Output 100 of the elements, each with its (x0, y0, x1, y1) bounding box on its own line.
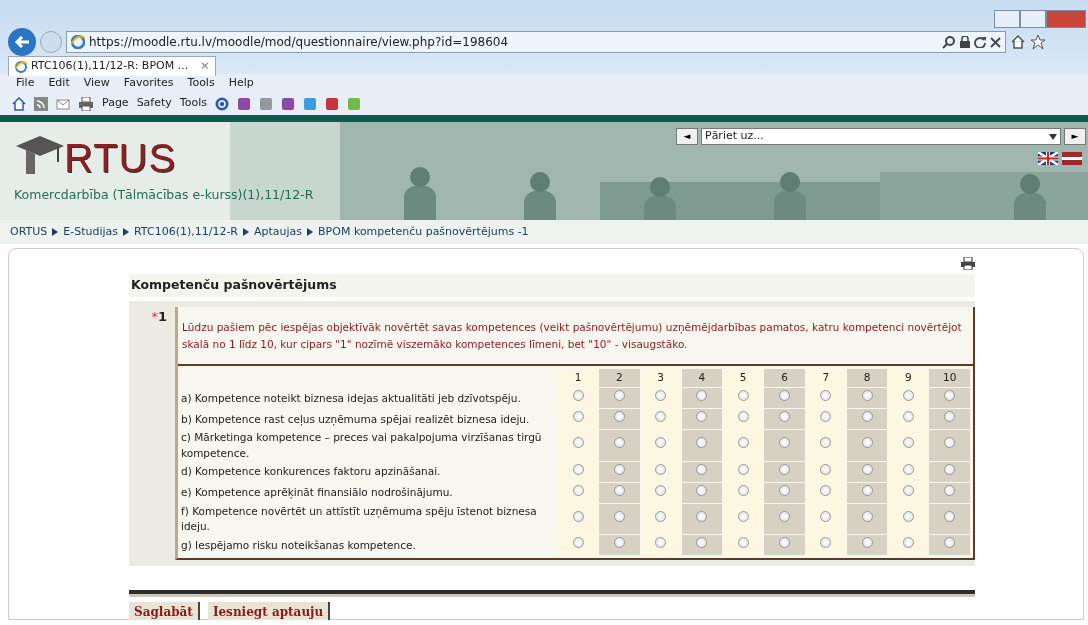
refresh-icon[interactable] (974, 36, 986, 48)
radio-button[interactable] (779, 437, 790, 449)
menu-item[interactable]: Tools (187, 74, 215, 92)
radio-button[interactable] (944, 510, 956, 522)
radio-button[interactable] (820, 411, 832, 423)
minimize-button[interactable] (994, 10, 1020, 28)
menu-item[interactable]: File (16, 74, 35, 92)
radio-button[interactable] (696, 510, 708, 522)
help-icon[interactable] (214, 96, 229, 111)
radio-button[interactable] (779, 510, 790, 522)
maximize-button[interactable] (1020, 10, 1046, 28)
radio-button[interactable] (861, 390, 873, 402)
toolbar-addon-icon[interactable] (346, 96, 361, 111)
radio-button[interactable] (902, 390, 914, 402)
radio-button[interactable] (820, 390, 832, 402)
command-menu[interactable]: Tools (179, 95, 207, 112)
radio-button[interactable] (655, 437, 667, 449)
home-icon[interactable] (1010, 34, 1026, 50)
radio-button[interactable] (820, 437, 832, 449)
radio-button[interactable] (944, 463, 956, 475)
radio-button[interactable] (737, 411, 749, 423)
previous-button[interactable]: ◄ (676, 128, 698, 145)
radio-button[interactable] (572, 536, 584, 548)
radio-button[interactable] (655, 463, 667, 475)
radio-button[interactable] (902, 510, 914, 522)
radio-button[interactable] (779, 463, 790, 475)
radio-button[interactable] (820, 510, 832, 522)
menu-item[interactable]: Help (228, 74, 254, 92)
toolbar-addon-icon[interactable] (258, 96, 273, 111)
home-icon[interactable] (12, 96, 26, 111)
radio-button[interactable] (902, 484, 914, 496)
radio-button[interactable] (820, 463, 832, 475)
radio-button[interactable] (613, 390, 625, 402)
radio-button[interactable] (944, 437, 956, 449)
radio-button[interactable] (572, 510, 584, 522)
radio-button[interactable] (861, 484, 873, 496)
next-button[interactable]: ► (1064, 128, 1086, 145)
radio-button[interactable] (613, 484, 625, 496)
radio-button[interactable] (779, 484, 790, 496)
breadcrumb-link[interactable]: E-Studijas (63, 223, 119, 241)
radio-button[interactable] (655, 536, 667, 548)
radio-button[interactable] (944, 390, 956, 402)
flag-icon[interactable] (1062, 152, 1082, 165)
radio-button[interactable] (613, 411, 625, 423)
radio-button[interactable] (655, 510, 667, 522)
radio-button[interactable] (572, 390, 584, 402)
breadcrumb-link[interactable]: Aptaujas (254, 223, 303, 241)
toolbar-addon-icon[interactable] (324, 96, 339, 111)
printer-icon[interactable] (961, 257, 975, 270)
radio-button[interactable] (572, 437, 584, 449)
radio-button[interactable] (613, 510, 625, 522)
breadcrumb-link[interactable]: RTC106(1),11/12-R (134, 223, 238, 241)
radio-button[interactable] (902, 411, 914, 423)
radio-button[interactable] (613, 437, 625, 449)
radio-button[interactable] (861, 411, 873, 423)
radio-button[interactable] (572, 484, 584, 496)
radio-button[interactable] (820, 484, 832, 496)
command-menu[interactable]: Safety (136, 95, 172, 112)
back-button[interactable] (8, 28, 36, 56)
star-icon[interactable] (1030, 34, 1046, 50)
command-menu[interactable]: Page (102, 95, 129, 112)
toolbar-addon-icon[interactable] (280, 96, 295, 111)
radio-button[interactable] (861, 536, 873, 548)
radio-button[interactable] (779, 536, 790, 548)
radio-button[interactable] (902, 536, 914, 548)
feed-icon[interactable] (34, 96, 48, 111)
save-button[interactable]: Saglabāt (129, 602, 200, 621)
mail-icon[interactable] (56, 97, 70, 110)
radio-button[interactable] (655, 484, 667, 496)
radio-button[interactable] (737, 437, 749, 449)
menu-item[interactable]: Edit (48, 74, 70, 92)
breadcrumb-link[interactable]: ORTUS (10, 223, 48, 241)
address-bar[interactable]: https://moodle.rtu.lv/moodle/mod/questionnaire/view.php?id=198604 (66, 31, 1006, 53)
forward-button[interactable] (40, 31, 62, 53)
printer-icon[interactable] (78, 96, 94, 111)
search-icon[interactable] (942, 35, 956, 49)
radio-button[interactable] (572, 463, 584, 475)
radio-button[interactable] (737, 510, 749, 522)
radio-button[interactable] (696, 484, 708, 496)
jump-select[interactable]: Pāriet uz... (701, 128, 1061, 145)
radio-button[interactable] (820, 536, 832, 548)
radio-button[interactable] (902, 437, 914, 449)
radio-button[interactable] (696, 536, 708, 548)
radio-button[interactable] (944, 411, 956, 423)
radio-button[interactable] (861, 510, 873, 522)
radio-button[interactable] (861, 437, 873, 449)
menu-item[interactable]: Favorites (123, 74, 174, 92)
radio-button[interactable] (902, 463, 914, 475)
radio-button[interactable] (613, 536, 625, 548)
tab-close-button[interactable]: × (200, 58, 210, 75)
toolbar-addon-icon[interactable] (302, 96, 317, 111)
radio-button[interactable] (861, 463, 873, 475)
submit-button[interactable]: Iesniegt aptauju (207, 602, 331, 621)
radio-button[interactable] (655, 411, 667, 423)
close-icon[interactable] (990, 36, 1001, 48)
radio-button[interactable] (696, 463, 708, 475)
close-button[interactable] (1046, 10, 1086, 28)
radio-button[interactable] (655, 390, 667, 402)
toolbar-addon-icon[interactable] (236, 96, 251, 111)
radio-button[interactable] (696, 390, 708, 402)
